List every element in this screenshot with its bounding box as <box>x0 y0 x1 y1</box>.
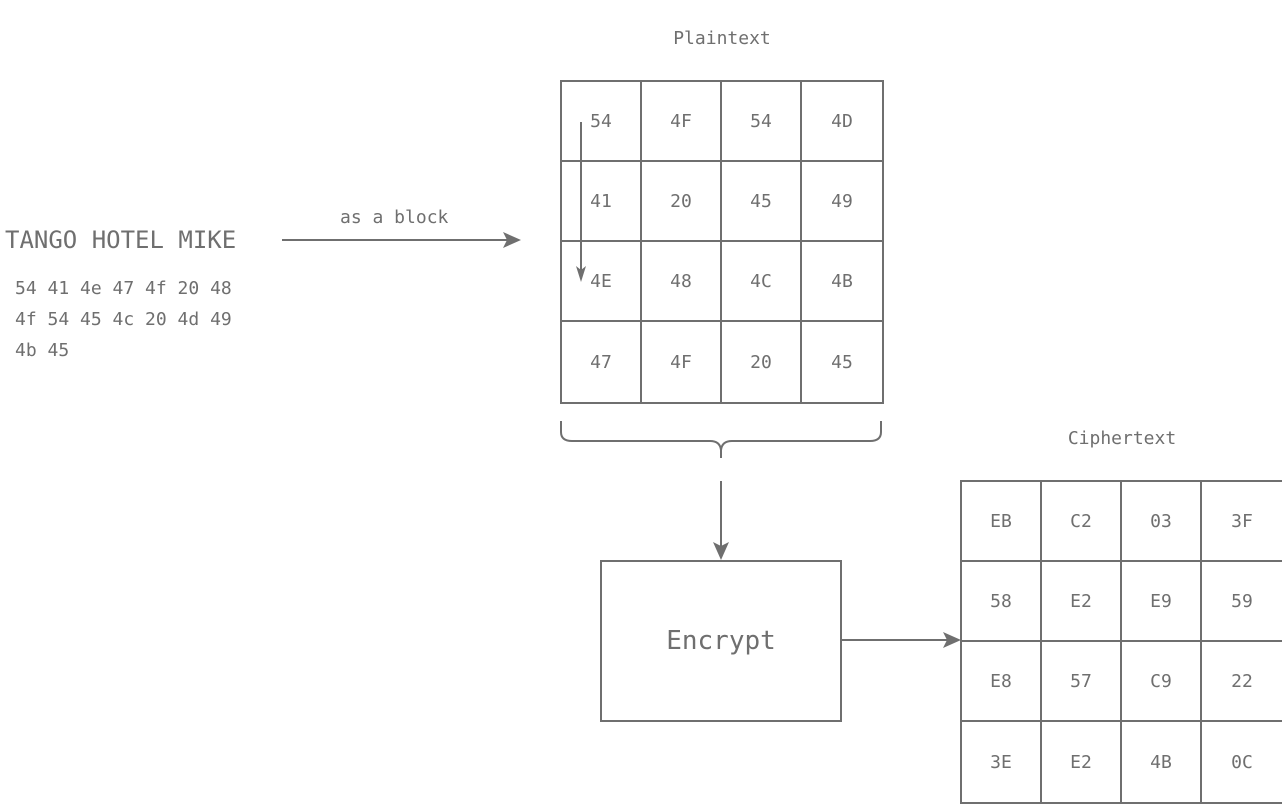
plaintext-cell: 45 <box>831 351 853 373</box>
ciphertext-cell: 58 <box>962 562 1042 642</box>
ciphertext-cell: EB <box>962 482 1042 562</box>
plaintext-cell: 20 <box>722 322 802 402</box>
plaintext-cell: 54 <box>562 82 642 162</box>
plaintext-cell: 4E <box>562 242 642 322</box>
plaintext-cell: 4C <box>722 242 802 322</box>
ciphertext-cell: 3F <box>1202 482 1282 562</box>
plaintext-cell: 4B <box>802 242 882 322</box>
plaintext-cell: 4F <box>642 322 722 402</box>
ciphertext-cell: C2 <box>1042 482 1122 562</box>
ciphertext-cell: 3E <box>962 722 1042 802</box>
plaintext-cell: 4F <box>642 82 722 162</box>
arrowhead-down-icon <box>713 542 729 560</box>
ciphertext-cell: E8 <box>962 642 1042 722</box>
plaintext-cell: 20 <box>642 162 722 242</box>
plaintext-cell: 54 <box>722 82 802 162</box>
ciphertext-cell: C9 <box>1122 642 1202 722</box>
arrowhead-right-icon <box>503 232 521 248</box>
block-brace <box>560 421 882 458</box>
input-hex-line-1: 54 41 4e 47 4f 20 48 <box>15 278 232 299</box>
arrow-label: as a block <box>340 207 449 228</box>
ciphertext-cell: 0C <box>1231 751 1253 773</box>
ciphertext-title: Ciphertext <box>1067 428 1177 449</box>
plaintext-cell: 45 <box>722 162 802 242</box>
ciphertext-cell: 03 <box>1122 482 1202 562</box>
ciphertext-cell: E2 <box>1042 722 1122 802</box>
ciphertext-cell: 4B <box>1122 722 1202 802</box>
ciphertext-cell: E2 <box>1042 562 1122 642</box>
encrypt-box: Encrypt <box>600 560 842 722</box>
plaintext-cell: 49 <box>802 162 882 242</box>
ciphertext-cell: 22 <box>1202 642 1282 722</box>
ciphertext-cell: E9 <box>1122 562 1202 642</box>
ciphertext-grid: EB C2 03 3F 58 E2 E9 59 E8 57 C9 22 3E E2 4B 0C <box>960 480 1282 804</box>
input-hex-line-2: 4f 54 45 4c 20 4d 49 <box>15 309 232 330</box>
plaintext-cell: 4D <box>802 82 882 162</box>
ciphertext-cell: 57 <box>1042 642 1122 722</box>
ciphertext-cell: 59 <box>1202 562 1282 642</box>
plaintext-grid: 54 4F 54 4D 41 20 45 49 4E 48 4C 4B 47 4F 20 45 <box>560 80 884 404</box>
arrowhead-right-icon <box>943 632 961 648</box>
plaintext-cell: 48 <box>642 242 722 322</box>
input-hex-line-3: 4b 45 <box>15 340 70 361</box>
plaintext-cell: 47 <box>562 322 642 402</box>
input-text: TANGO HOTEL MIKE <box>5 226 237 254</box>
plaintext-title: Plaintext <box>673 28 771 49</box>
encrypt-label: Encrypt <box>666 626 776 656</box>
plaintext-cell: 41 <box>562 162 642 242</box>
